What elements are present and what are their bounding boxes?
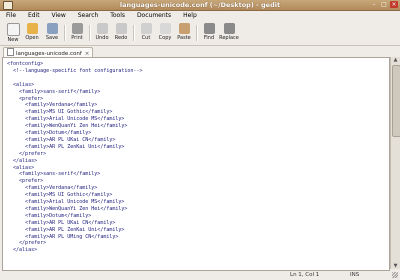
resize-grip[interactable]: [392, 272, 398, 278]
editor-line: </alias>: [7, 247, 38, 254]
status-bar: Ln 1, Col 1 INS: [0, 270, 400, 280]
menu-file[interactable]: File: [6, 11, 16, 21]
vertical-scrollbar[interactable]: ▲ ▼: [390, 57, 400, 269]
document-icon: [7, 48, 14, 56]
editor-line: <family>Dotum</family>: [7, 130, 92, 136]
editor-line: <family>AR PL ZenKai Uni</family>: [7, 143, 125, 150]
editor-line: <family>Dotum</family>: [7, 212, 92, 219]
editor-line: <family>MS UI Gothic</family>: [7, 109, 113, 116]
editor-line: </prefer>: [7, 150, 47, 157]
editor-line: <family>WenQuanYi Zen Hei</family>: [7, 123, 128, 130]
maximize-icon[interactable]: □: [380, 1, 388, 8]
cursor-position: Ln 1, Col 1: [290, 272, 320, 278]
close-icon[interactable]: ×: [390, 1, 398, 8]
paste-button[interactable]: Paste: [174, 23, 194, 44]
redo-icon: [115, 23, 127, 34]
editor-line: <family>Verdana</family>: [7, 185, 98, 192]
window-title: languages-unicode.conf (~/Desktop) - ged…: [119, 1, 281, 9]
find-button[interactable]: Find: [199, 23, 219, 44]
new-button[interactable]: New: [3, 23, 23, 44]
editor-line: <fontconfig>: [7, 61, 44, 67]
find-icon: [203, 23, 215, 34]
undo-icon: [96, 23, 108, 34]
redo-button[interactable]: Redo: [111, 23, 131, 44]
cut-icon: [140, 23, 152, 34]
replace-icon: [223, 23, 235, 34]
menu-view[interactable]: View: [52, 11, 66, 21]
editor-line: <family>Verdana</family>: [7, 102, 98, 109]
editor-line: </prefer>: [7, 240, 47, 247]
editor-line: <family>AR PL UMing CN</family>: [7, 233, 119, 240]
toolbar: New Open Save Print Undo Redo Cut Copy P…: [0, 21, 400, 46]
editor-line: <!--language-specific font configuration…: [7, 67, 143, 74]
new-icon: [6, 23, 20, 36]
editor-line: <family>AR PL ZenKai Uni</family>: [7, 226, 125, 233]
undo-button[interactable]: Undo: [92, 23, 112, 44]
save-icon: [46, 23, 58, 34]
editor-line: <family>AR PL UKai CN</family>: [7, 219, 116, 226]
text-editor[interactable]: <fontconfig> <!--language-specific font …: [2, 57, 390, 271]
title-bar[interactable]: languages-unicode.conf (~/Desktop) - ged…: [0, 0, 400, 11]
save-button[interactable]: Save: [42, 23, 62, 44]
editor-line: <family>AR PL UKai CN</family>: [7, 136, 116, 143]
insert-mode: INS: [350, 272, 360, 278]
editor-line: <alias>: [7, 81, 35, 88]
print-icon: [71, 23, 83, 34]
editor-line: <family>Arial Unicode MS</family>: [7, 116, 125, 123]
menu-tools[interactable]: Tools: [110, 11, 125, 21]
copy-icon: [159, 23, 171, 34]
gedit-window: languages-unicode.conf (~/Desktop) - ged…: [0, 0, 400, 280]
open-button[interactable]: Open: [22, 23, 42, 44]
scroll-down-icon[interactable]: ▼: [392, 263, 399, 269]
menu-documents[interactable]: Documents: [137, 11, 171, 21]
menu-help[interactable]: Help: [183, 11, 197, 21]
scroll-up-icon[interactable]: ▲: [392, 57, 399, 63]
menu-edit[interactable]: Edit: [28, 11, 40, 21]
editor-line: </alias>: [7, 157, 38, 164]
scroll-thumb[interactable]: [392, 65, 400, 137]
cut-button[interactable]: Cut: [136, 23, 156, 44]
editor-line: <family>Arial Unicode MS</family>: [7, 199, 125, 205]
document-tabs: languages-unicode.conf ×: [0, 46, 400, 58]
editor-line: <alias>: [7, 164, 35, 171]
open-icon: [26, 23, 38, 34]
print-button[interactable]: Print: [67, 23, 87, 44]
editor-line: <family>sans-serif</family>: [7, 88, 101, 95]
editor-line: <prefer>: [7, 95, 44, 102]
editor-line: <prefer>: [7, 178, 44, 185]
replace-button[interactable]: Replace: [219, 23, 239, 44]
editor-line: <family>WenQuanYi Zen Hei</family>: [7, 205, 128, 212]
menu-bar: File Edit View Search Tools Documents He…: [0, 11, 400, 21]
editor-line: <family>sans-serif</family>: [7, 171, 101, 178]
editor-line: <family>MS UI Gothic</family>: [7, 192, 113, 199]
minimize-icon[interactable]: –: [370, 1, 378, 8]
copy-button[interactable]: Copy: [155, 23, 175, 44]
menu-search[interactable]: Search: [78, 11, 99, 21]
paste-icon: [178, 23, 190, 34]
